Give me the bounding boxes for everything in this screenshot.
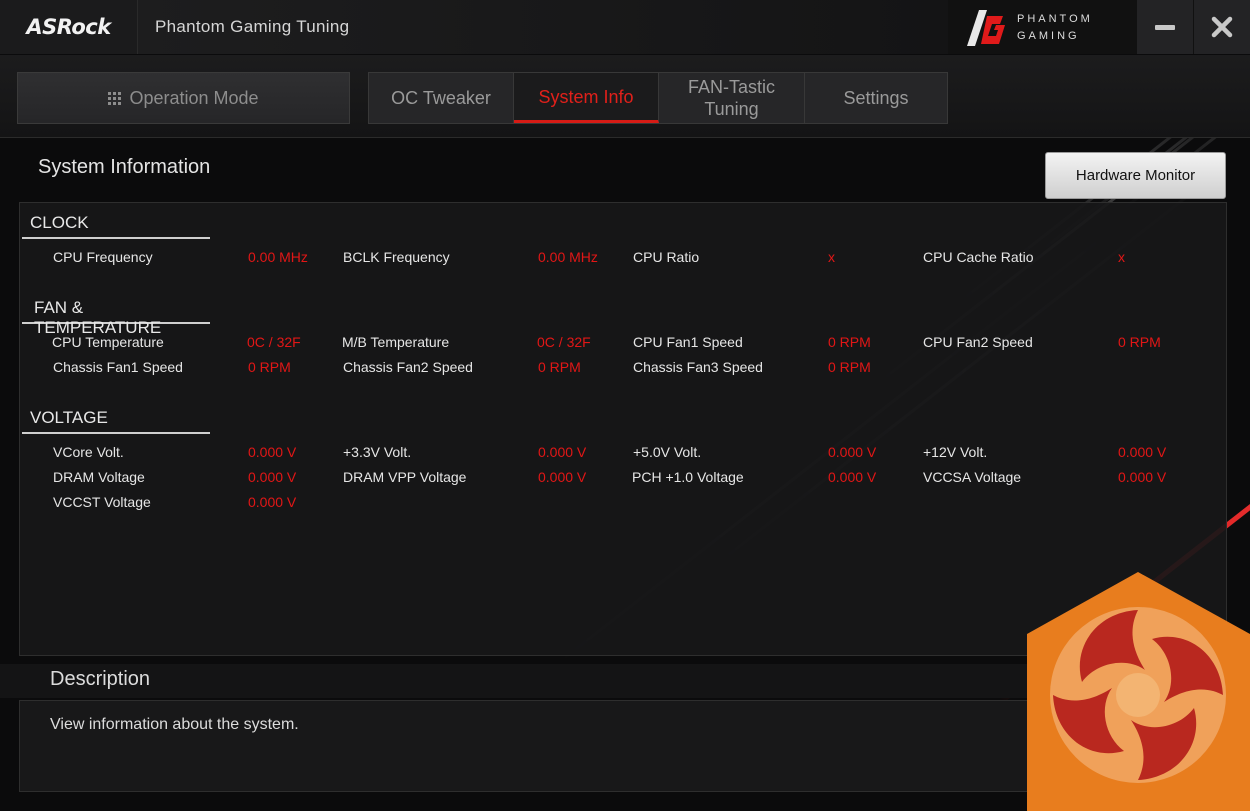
close-button[interactable] (1193, 0, 1250, 54)
label-chassis-fan2-speed: Chassis Fan2 Speed (343, 359, 473, 375)
group-title-clock: CLOCK (22, 213, 210, 239)
brand-line-1: PHANTOM (1017, 13, 1093, 25)
label-cpu-fan1-speed: CPU Fan1 Speed (633, 334, 743, 350)
watermark-logo (1027, 572, 1250, 811)
label-cpu-frequency: CPU Frequency (53, 249, 153, 265)
value-12v-volt: 0.000 V (1118, 444, 1167, 460)
label-3v3-volt: +3.3V Volt. (343, 444, 412, 460)
value-cpu-temperature: 0C / 32F (247, 334, 301, 350)
group-title-fan-temperature: FAN & TEMPERATURE (22, 298, 210, 337)
label-vcore-volt: VCore Volt. (53, 444, 124, 460)
label-pch-voltage: PCH +1.0 Voltage (632, 469, 744, 485)
value-cpu-frequency: 0.00 MHz (248, 249, 308, 265)
phantom-gaming-logo: PHANTOM GAMING (965, 8, 1135, 48)
asrock-logo-text: ASRock (26, 15, 111, 39)
value-cpu-fan2-speed: 0 RPM (1118, 334, 1161, 350)
label-vccsa-voltage: VCCSA Voltage (923, 469, 1022, 485)
value-cpu-ratio: x (828, 249, 835, 265)
minimize-button[interactable] (1136, 0, 1193, 54)
value-3v3-volt: 0.000 V (538, 444, 587, 460)
page-title: System Information (38, 156, 211, 178)
brand-line-2: GAMING (1017, 30, 1080, 42)
hardware-monitor-button[interactable]: Hardware Monitor (1045, 152, 1226, 199)
value-dram-vpp-voltage: 0.000 V (538, 469, 587, 485)
label-cpu-temperature: CPU Temperature (52, 334, 164, 350)
app-title-area: Phantom Gaming Tuning (138, 0, 948, 54)
value-cpu-cache-ratio: x (1118, 249, 1125, 265)
brand-text: PHANTOM GAMING (1017, 11, 1093, 45)
value-vccst-voltage: 0.000 V (248, 494, 297, 510)
value-vccsa-voltage: 0.000 V (1118, 469, 1167, 485)
label-12v-volt: +12V Volt. (923, 444, 988, 460)
value-dram-voltage: 0.000 V (248, 469, 297, 485)
label-chassis-fan3-speed: Chassis Fan3 Speed (633, 359, 763, 375)
operation-mode-label: Operation Mode (129, 87, 259, 108)
tab-oc-tweaker[interactable]: OC Tweaker (369, 73, 514, 123)
value-5v-volt: 0.000 V (828, 444, 877, 460)
tab-fan-tastic-tuning[interactable]: FAN-Tastic Tuning (659, 73, 805, 123)
value-cpu-fan1-speed: 0 RPM (828, 334, 871, 350)
tab-system-info[interactable]: System Info (514, 73, 659, 123)
label-cpu-ratio: CPU Ratio (633, 249, 700, 265)
grid-icon (108, 91, 122, 105)
value-chassis-fan3-speed: 0 RPM (828, 359, 871, 375)
phantom-gaming-icon (967, 10, 1005, 46)
value-pch-voltage: 0.000 V (828, 469, 877, 485)
main-tabs: OC Tweaker System Info FAN-Tastic Tuning… (368, 72, 948, 124)
label-mb-temperature: M/B Temperature (342, 334, 450, 350)
minimize-icon (1155, 25, 1175, 30)
description-title: Description (50, 668, 151, 690)
label-chassis-fan1-speed: Chassis Fan1 Speed (53, 359, 183, 375)
title-bar: ASRock Phantom Gaming Tuning PHANTOM GAM… (0, 0, 1250, 54)
value-vcore-volt: 0.000 V (248, 444, 297, 460)
value-chassis-fan1-speed: 0 RPM (248, 359, 291, 375)
value-chassis-fan2-speed: 0 RPM (538, 359, 581, 375)
close-icon (1211, 16, 1233, 38)
label-cpu-fan2-speed: CPU Fan2 Speed (923, 334, 1033, 350)
label-cpu-cache-ratio: CPU Cache Ratio (923, 249, 1034, 265)
label-dram-vpp-voltage: DRAM VPP Voltage (343, 469, 467, 485)
label-bclk-frequency: BCLK Frequency (343, 249, 450, 265)
value-mb-temperature: 0C / 32F (537, 334, 591, 350)
value-bclk-frequency: 0.00 MHz (538, 249, 598, 265)
asrock-logo: ASRock (0, 0, 138, 54)
label-5v-volt: +5.0V Volt. (633, 444, 702, 460)
app-title: Phantom Gaming Tuning (155, 17, 350, 36)
navigation-bar: Operation Mode OC Tweaker System Info FA… (0, 55, 1250, 138)
label-vccst-voltage: VCCST Voltage (53, 494, 151, 510)
group-title-voltage: VOLTAGE (22, 408, 210, 434)
tab-settings[interactable]: Settings (805, 73, 947, 123)
label-dram-voltage: DRAM Voltage (53, 469, 145, 485)
description-text: View information about the system. (50, 716, 299, 733)
operation-mode-button[interactable]: Operation Mode (17, 72, 350, 124)
